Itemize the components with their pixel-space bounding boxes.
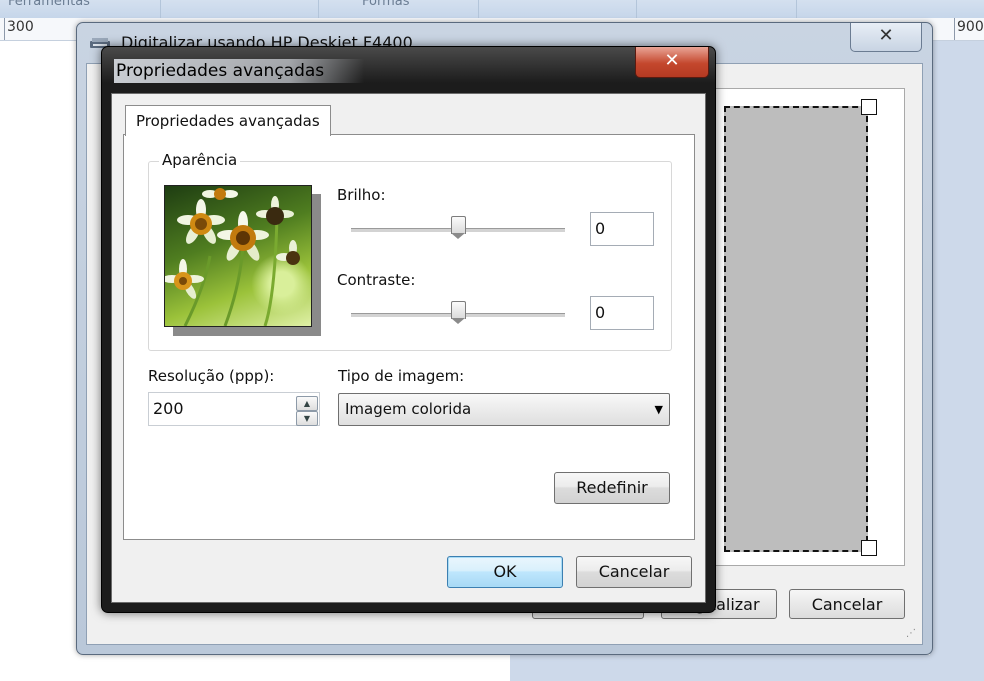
ribbon-separator <box>160 0 161 18</box>
scan-preview-pane <box>709 88 905 566</box>
ruler-tick <box>4 18 5 40</box>
brightness-value-field[interactable]: 0 <box>590 212 654 246</box>
scan-selection-area[interactable] <box>724 106 868 552</box>
tab-advanced-properties[interactable]: Propriedades avançadas <box>125 105 331 136</box>
brightness-label: Brilho: <box>337 186 386 204</box>
image-type-selected: Imagem colorida <box>345 400 472 418</box>
spin-down-icon[interactable]: ▼ <box>296 411 318 426</box>
ok-button[interactable]: OK <box>447 556 563 588</box>
appearance-legend: Aparência <box>159 151 241 169</box>
workspace-background <box>510 655 984 681</box>
ribbon-label-tools[interactable]: Ferramentas <box>8 0 90 9</box>
ribbon-separator <box>636 0 637 18</box>
ribbon-separator <box>318 0 319 18</box>
selection-handle-top-right[interactable] <box>861 99 877 115</box>
ribbon-separator <box>796 0 797 18</box>
dialog-body: Propriedades avançadas Aparência Brilho:… <box>111 93 706 603</box>
resize-grip-icon[interactable]: ⋰ <box>906 628 918 640</box>
resolution-label: Resolução (ppp): <box>148 367 275 385</box>
image-type-label: Tipo de imagem: <box>338 367 465 385</box>
ribbon-strip: Ferramentas Formas <box>0 0 984 19</box>
close-icon[interactable]: ✕ <box>635 47 709 78</box>
contrast-slider-thumb[interactable] <box>450 301 466 325</box>
brightness-slider-thumb[interactable] <box>450 216 466 240</box>
contrast-value-field[interactable]: 0 <box>590 296 654 330</box>
resolution-field[interactable]: 200 <box>148 392 320 426</box>
scan-cancel-button[interactable]: Cancelar <box>789 589 905 619</box>
selection-handle-bottom-right[interactable] <box>861 540 877 556</box>
contrast-label: Contraste: <box>337 271 416 289</box>
ribbon-separator <box>478 0 479 18</box>
spin-up-icon[interactable]: ▲ <box>296 396 318 411</box>
ruler-tick <box>954 18 955 40</box>
close-icon[interactable]: ✕ <box>850 23 922 52</box>
workspace-background <box>930 41 984 681</box>
reset-button[interactable]: Redefinir <box>554 472 670 504</box>
ribbon-label-shapes[interactable]: Formas <box>362 0 410 9</box>
dialog-title: Propriedades avançadas <box>114 59 365 83</box>
appearance-group: Aparência Brilho: 0 Contraste: 0 <box>148 151 672 351</box>
chevron-down-icon: ▼ <box>654 403 663 416</box>
cancel-button[interactable]: Cancelar <box>576 556 692 588</box>
ruler-label-300: 300 <box>7 19 34 35</box>
advanced-properties-dialog: Propriedades avançadas ✕ Propriedades av… <box>101 46 716 613</box>
tab-panel: Aparência Brilho: 0 Contraste: 0 Resoluç… <box>123 134 695 540</box>
image-type-select[interactable]: Imagem colorida ▼ <box>338 393 670 426</box>
appearance-preview-image <box>164 185 312 327</box>
ruler-label-900: 900 <box>957 19 984 35</box>
